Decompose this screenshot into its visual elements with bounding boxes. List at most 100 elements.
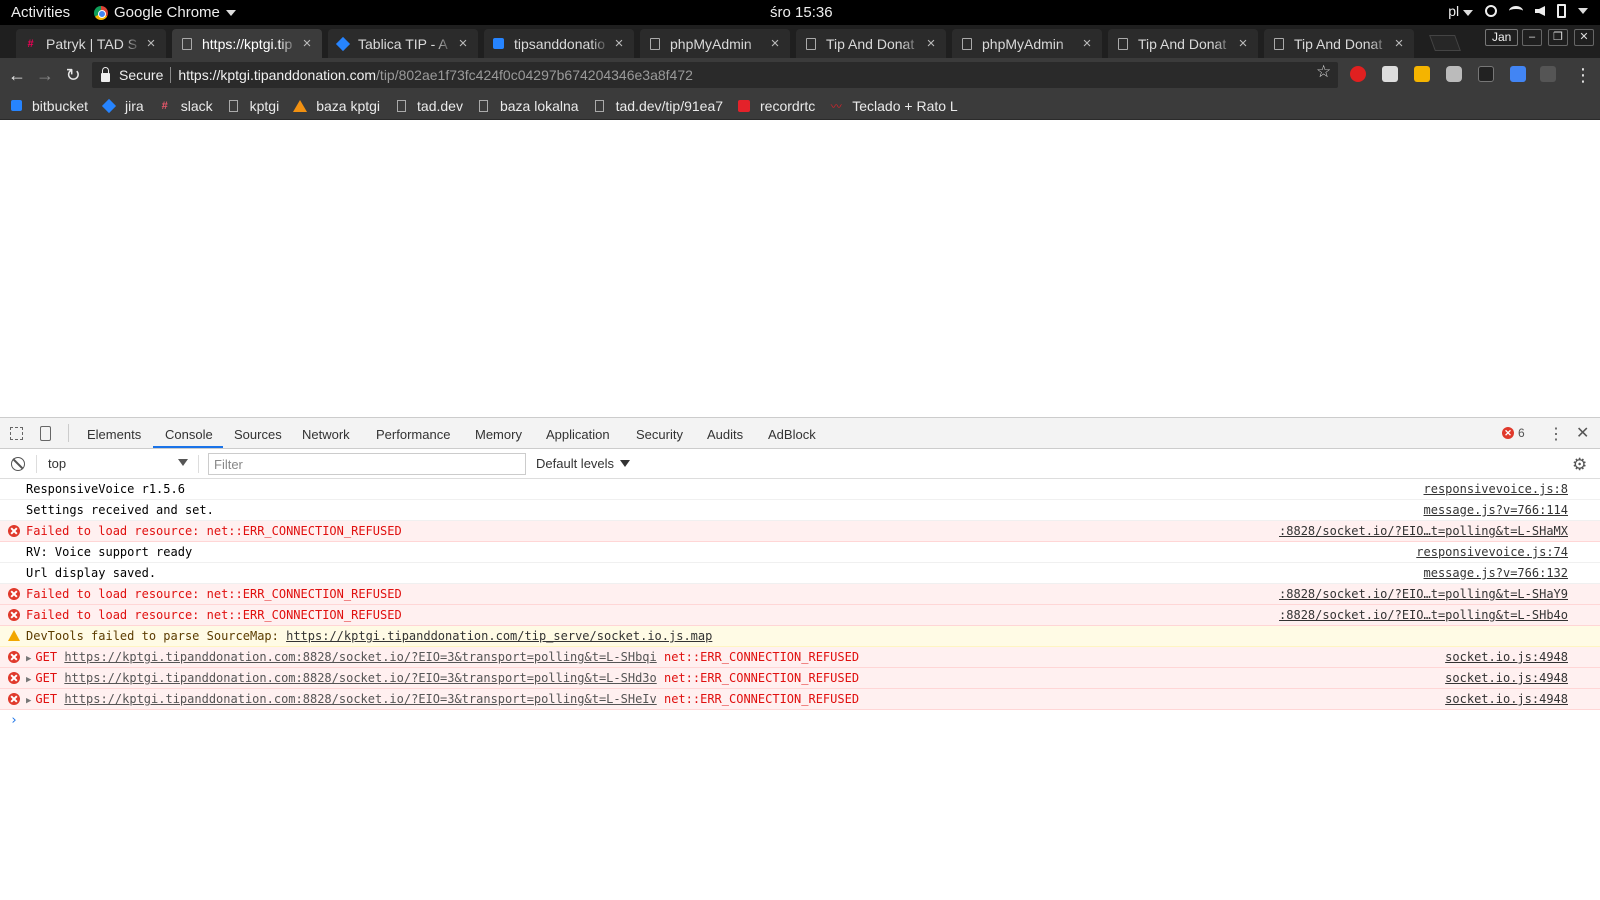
tab-audits[interactable]: Audits xyxy=(707,427,743,442)
tab-application[interactable]: Application xyxy=(546,427,610,442)
tab-console[interactable]: Console xyxy=(165,427,213,442)
console-filter-input[interactable] xyxy=(208,453,526,475)
browser-tab[interactable]: Tip And Donat × xyxy=(1108,29,1258,58)
source-link[interactable]: responsivevoice.js:74 xyxy=(1416,545,1568,559)
context-selector[interactable]: top xyxy=(48,456,188,471)
tab-security[interactable]: Security xyxy=(636,427,683,442)
close-icon[interactable]: × xyxy=(766,35,784,52)
source-link[interactable]: socket.io.js:4948 xyxy=(1445,671,1568,685)
camera-extension-icon[interactable] xyxy=(1446,66,1462,82)
restore-icon[interactable]: ❐ xyxy=(1548,29,1568,46)
tab-performance[interactable]: Performance xyxy=(376,427,450,442)
source-link[interactable]: socket.io.js:4948 xyxy=(1445,650,1568,664)
forward-icon[interactable]: → xyxy=(34,64,56,86)
expand-triangle-icon[interactable]: ▶ xyxy=(26,675,31,685)
bookmark-item[interactable]: baza kptgi xyxy=(293,98,380,114)
bookmark-item[interactable]: recordrtc xyxy=(738,98,815,114)
close-icon[interactable]: × xyxy=(922,35,940,52)
fox-extension-icon[interactable] xyxy=(1478,66,1494,82)
console-message[interactable]: Url display saved. message.js?v=766:132 xyxy=(0,563,1600,584)
console-error[interactable]: Failed to load resource: net::ERR_CONNEC… xyxy=(0,584,1600,605)
console-error[interactable]: Failed to load resource: net::ERR_CONNEC… xyxy=(0,605,1600,626)
console-message[interactable]: RV: Voice support ready responsivevoice.… xyxy=(0,542,1600,563)
browser-tab-active[interactable]: https://kptgi.tip × xyxy=(172,29,322,58)
menu-kebab-icon[interactable]: ⋮ xyxy=(1572,64,1594,86)
language-indicator[interactable]: pl xyxy=(1448,3,1473,19)
close-window-icon[interactable]: ✕ xyxy=(1574,29,1594,46)
tab-memory[interactable]: Memory xyxy=(475,427,522,442)
tab-elements[interactable]: Elements xyxy=(87,427,141,442)
clock[interactable]: śro 15:36 xyxy=(770,4,833,21)
app-menu[interactable]: Google Chrome xyxy=(94,4,236,21)
browser-tab[interactable]: phpMyAdmin × xyxy=(952,29,1102,58)
sourcemap-link[interactable]: https://kptgi.tipanddonation.com/tip_ser… xyxy=(286,629,712,643)
close-icon[interactable]: × xyxy=(1234,35,1252,52)
back-icon[interactable]: ← xyxy=(6,64,28,86)
console-error[interactable]: ▶ GET https://kptgi.tipanddonation.com:88… xyxy=(0,647,1600,668)
close-icon[interactable]: × xyxy=(298,35,316,52)
browser-tab[interactable]: # Patryk | TAD S × xyxy=(16,29,166,58)
expand-triangle-icon[interactable]: ▶ xyxy=(26,696,31,706)
source-link[interactable]: message.js?v=766:132 xyxy=(1424,566,1569,580)
page-viewport[interactable] xyxy=(0,120,1600,417)
reload-icon[interactable]: ↻ xyxy=(62,64,84,86)
log-levels-dropdown[interactable]: Default levels xyxy=(536,456,631,471)
device-toolbar-icon[interactable] xyxy=(40,426,51,441)
profile-button[interactable]: Jan xyxy=(1485,29,1519,46)
console-message[interactable]: Settings received and set. message.js?v=… xyxy=(0,500,1600,521)
adblock-extension-icon[interactable] xyxy=(1350,66,1366,82)
request-url-link[interactable]: https://kptgi.tipanddonation.com:8828/so… xyxy=(64,671,656,685)
notes-extension-icon[interactable] xyxy=(1382,66,1398,82)
source-link[interactable]: responsivevoice.js:8 xyxy=(1424,482,1569,496)
browser-tab[interactable]: Tablica TIP - A × xyxy=(328,29,478,58)
close-icon[interactable]: × xyxy=(1390,35,1408,52)
request-url-link[interactable]: https://kptgi.tipanddonation.com:8828/so… xyxy=(64,692,656,706)
minimize-icon[interactable]: – xyxy=(1522,29,1542,46)
inspect-element-icon[interactable] xyxy=(10,427,23,440)
translate-extension-icon[interactable] xyxy=(1510,66,1526,82)
source-link[interactable]: :8828/socket.io/?EIO…t=polling&t=L-SHaMX xyxy=(1279,524,1568,538)
bookmark-star-icon[interactable]: ☆ xyxy=(1316,62,1331,82)
console-error[interactable]: Failed to load resource: net::ERR_CONNEC… xyxy=(0,521,1600,542)
console-message[interactable]: ResponsiveVoice r1.5.6 responsivevoice.j… xyxy=(0,479,1600,500)
browser-tab[interactable]: Tip And Donat × xyxy=(1264,29,1414,58)
close-devtools-icon[interactable]: ✕ xyxy=(1576,423,1589,443)
source-link[interactable]: message.js?v=766:114 xyxy=(1424,503,1569,517)
browser-tab[interactable]: phpMyAdmin × xyxy=(640,29,790,58)
clear-console-icon[interactable] xyxy=(11,457,25,471)
browser-tab[interactable]: Tip And Donat × xyxy=(796,29,946,58)
bookmark-item[interactable]: tad.dev xyxy=(395,98,463,114)
source-link[interactable]: :8828/socket.io/?EIO…t=polling&t=L-SHb4o xyxy=(1279,608,1568,622)
close-icon[interactable]: × xyxy=(1078,35,1096,52)
bookmark-item[interactable]: tad.dev/tip/91ea7 xyxy=(594,98,723,114)
gear-icon[interactable]: ⚙ xyxy=(1572,455,1587,475)
console-prompt[interactable]: › xyxy=(0,710,1600,732)
tab-adblock[interactable]: AdBlock xyxy=(768,427,816,442)
close-icon[interactable]: × xyxy=(454,35,472,52)
console-warning[interactable]: DevTools failed to parse SourceMap: http… xyxy=(0,626,1600,647)
source-link[interactable]: :8828/socket.io/?EIO…t=polling&t=L-SHaY9 xyxy=(1279,587,1568,601)
bookmark-item[interactable]: jira xyxy=(101,98,144,114)
new-tab-button[interactable] xyxy=(1429,35,1461,51)
devtools-menu-kebab-icon[interactable]: ⋮ xyxy=(1548,424,1564,444)
system-tray[interactable]: pl xyxy=(1448,3,1588,19)
bookmark-item[interactable]: baza lokalna xyxy=(478,98,579,114)
bookmark-item[interactable]: # slack xyxy=(159,98,213,114)
console-error[interactable]: ▶ GET https://kptgi.tipanddonation.com:88… xyxy=(0,689,1600,710)
tab-network[interactable]: Network xyxy=(302,427,350,442)
close-icon[interactable]: × xyxy=(610,35,628,52)
console-error[interactable]: ▶ GET https://kptgi.tipanddonation.com:88… xyxy=(0,668,1600,689)
tab-sources[interactable]: Sources xyxy=(234,427,282,442)
highlighter-extension-icon[interactable] xyxy=(1414,66,1430,82)
source-link[interactable]: socket.io.js:4948 xyxy=(1445,692,1568,706)
request-url-link[interactable]: https://kptgi.tipanddonation.com:8828/so… xyxy=(64,650,656,664)
bookmark-item[interactable]: bitbucket xyxy=(10,98,88,114)
error-count-badge[interactable]: ✕ 6 xyxy=(1502,426,1525,440)
close-icon[interactable]: × xyxy=(142,35,160,52)
bookmark-item[interactable]: kptgi xyxy=(228,98,279,114)
address-bar[interactable]: Secure https://kptgi.tipanddonation.com /… xyxy=(92,62,1338,88)
bookmark-item[interactable]: 〰 Teclado + Rato L xyxy=(830,98,958,114)
expand-triangle-icon[interactable]: ▶ xyxy=(26,654,31,664)
browser-tab[interactable]: tipsanddonatio × xyxy=(484,29,634,58)
eyedropper-extension-icon[interactable] xyxy=(1540,66,1556,82)
